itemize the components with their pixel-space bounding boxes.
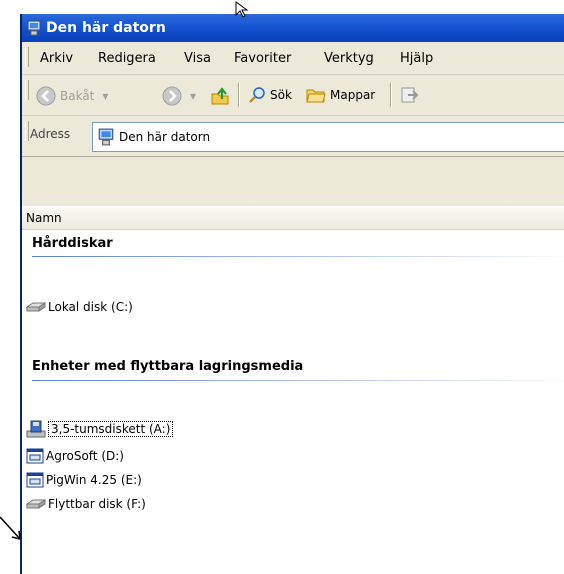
toolbar-grip[interactable] bbox=[25, 80, 29, 100]
menu-visa[interactable]: Visa bbox=[184, 51, 211, 66]
menu-verktyg[interactable]: Verktyg bbox=[324, 51, 374, 66]
item-label: PigWin 4.25 (E:) bbox=[46, 473, 142, 487]
item-label: 3,5-tumsdiskett (A:) bbox=[48, 421, 174, 437]
forward-button[interactable]: ▾ bbox=[162, 86, 196, 106]
item-label: Lokal disk (C:) bbox=[48, 300, 133, 314]
folders-label: Mappar bbox=[330, 88, 376, 102]
list-item-pigwin-e[interactable]: PigWin 4.25 (E:) bbox=[26, 471, 142, 489]
addressbar-grip[interactable] bbox=[25, 121, 29, 141]
column-header-name[interactable]: Namn bbox=[22, 206, 564, 230]
cd-drive-icon bbox=[26, 472, 44, 488]
menu-redigera[interactable]: Redigera bbox=[98, 51, 156, 66]
address-bar: Adress Den här datorn bbox=[22, 116, 564, 157]
removable-drive-icon bbox=[26, 499, 46, 509]
search-icon bbox=[249, 87, 265, 103]
menubar-grip[interactable] bbox=[25, 47, 29, 67]
list-item-removable-f[interactable]: Flyttbar disk (F:) bbox=[26, 497, 146, 511]
computer-icon bbox=[98, 128, 114, 146]
menu-hjalp[interactable]: Hjälp bbox=[400, 51, 433, 66]
computer-icon bbox=[27, 20, 41, 36]
menu-arkiv[interactable]: Arkiv bbox=[40, 51, 73, 66]
menu-bar: Arkiv Redigera Visa Favoriter Verktyg Hj… bbox=[22, 42, 564, 75]
hard-drive-icon bbox=[26, 302, 46, 312]
search-label: Sök bbox=[270, 88, 292, 102]
toolbar-separator bbox=[390, 83, 392, 107]
search-button[interactable]: Sök bbox=[248, 86, 292, 104]
list-item-agrosoft-d[interactable]: AgroSoft (D:) bbox=[26, 447, 124, 465]
list-item-local-disk-c[interactable]: Lokal disk (C:) bbox=[26, 300, 133, 314]
back-label: Bakåt bbox=[60, 89, 95, 103]
window-title: Den här datorn bbox=[46, 20, 166, 36]
group-header-removable-storage: Enheter med flyttbara lagringsmedia bbox=[32, 359, 304, 374]
back-dropdown-icon[interactable]: ▾ bbox=[102, 89, 108, 103]
menu-favoriter[interactable]: Favoriter bbox=[234, 51, 291, 66]
explorer-window: Den här datorn Arkiv Redigera Visa Favor… bbox=[20, 14, 564, 574]
back-icon bbox=[36, 86, 56, 106]
standard-toolbar: Bakåt ▾ ▾ Sök Mappar bbox=[22, 75, 564, 116]
title-bar[interactable]: Den här datorn bbox=[22, 14, 564, 42]
move-to-button[interactable] bbox=[400, 86, 424, 104]
group-divider bbox=[32, 256, 564, 257]
floppy-icon bbox=[26, 420, 46, 438]
back-button[interactable]: Bakåt ▾ bbox=[36, 86, 108, 106]
group-divider bbox=[32, 380, 564, 381]
up-button[interactable] bbox=[210, 86, 234, 106]
cd-drive-icon bbox=[26, 448, 44, 464]
address-value: Den här datorn bbox=[119, 130, 211, 144]
up-folder-icon bbox=[211, 87, 229, 105]
item-label: AgroSoft (D:) bbox=[46, 449, 124, 463]
file-list-pane bbox=[22, 206, 564, 574]
toolbar-separator bbox=[238, 83, 240, 107]
group-header-hard-disks: Hårddiskar bbox=[32, 236, 113, 251]
folders-button[interactable]: Mappar bbox=[306, 86, 375, 104]
pointer-arrow-icon bbox=[0, 516, 21, 540]
column-header-label: Namn bbox=[26, 211, 62, 225]
forward-icon bbox=[162, 86, 182, 106]
move-to-icon bbox=[401, 87, 419, 103]
forward-dropdown-icon[interactable]: ▾ bbox=[190, 89, 196, 103]
address-input[interactable]: Den här datorn bbox=[92, 122, 564, 152]
mouse-cursor-icon bbox=[235, 1, 249, 18]
item-label: Flyttbar disk (F:) bbox=[48, 497, 146, 511]
folders-icon bbox=[306, 89, 326, 103]
address-label: Adress bbox=[30, 127, 71, 141]
list-item-floppy-a[interactable]: 3,5-tumsdiskett (A:) bbox=[26, 419, 174, 439]
